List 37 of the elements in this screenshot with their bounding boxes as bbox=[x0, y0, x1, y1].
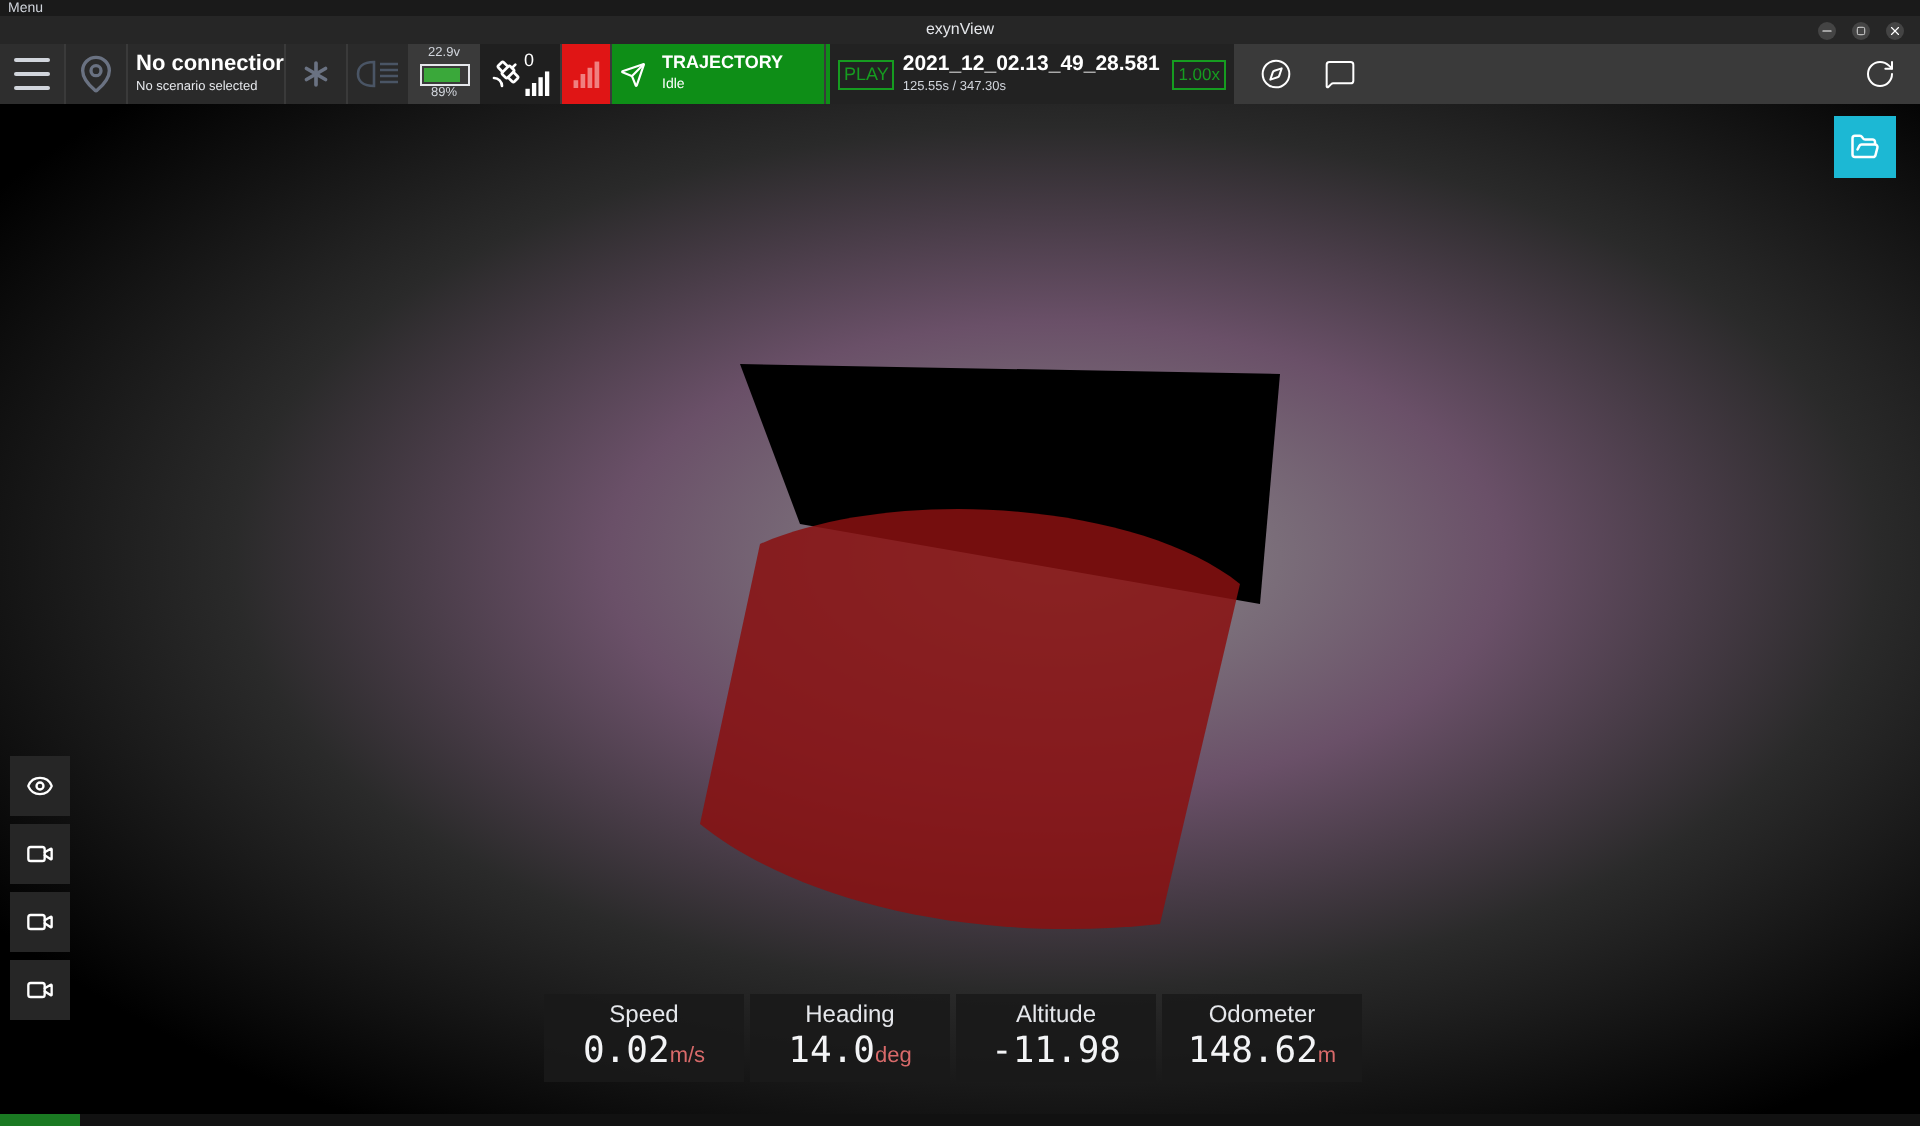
stat-value: -11.98 bbox=[990, 1030, 1122, 1076]
stat-value: 14.0 bbox=[788, 1030, 875, 1076]
minimize-icon[interactable] bbox=[1818, 21, 1836, 39]
stat-value: 0.02 bbox=[582, 1030, 670, 1076]
camera-settings-button[interactable] bbox=[10, 824, 70, 884]
satellite-count: 0 bbox=[524, 52, 535, 70]
message-icon[interactable] bbox=[1324, 58, 1356, 90]
visibility-button[interactable] bbox=[10, 756, 70, 816]
stat-label: Altitude bbox=[1015, 1000, 1097, 1031]
satellite-icon bbox=[490, 58, 522, 90]
play-button[interactable]: PLAY bbox=[838, 59, 895, 89]
camera-cube-button[interactable] bbox=[10, 960, 70, 1020]
eye-icon bbox=[26, 772, 54, 800]
stat-value: 148.62 bbox=[1187, 1030, 1318, 1076]
maximize-icon[interactable] bbox=[1852, 21, 1870, 39]
camera-orbit-button[interactable] bbox=[10, 892, 70, 952]
logo-button[interactable] bbox=[286, 44, 346, 104]
paper-plane-icon bbox=[620, 61, 646, 87]
headlight-icon bbox=[356, 60, 400, 88]
window-title: exynView bbox=[925, 18, 995, 42]
recording-name: 2021_12_02.13_49_28.581 bbox=[902, 52, 1162, 79]
folder-icon bbox=[1850, 132, 1880, 162]
refresh-icon[interactable] bbox=[1864, 58, 1896, 90]
stat-label: Heading bbox=[805, 1000, 895, 1031]
compass-icon[interactable] bbox=[1260, 58, 1292, 90]
stat-label: Odometer bbox=[1208, 1000, 1316, 1031]
stat-unit: deg bbox=[875, 1042, 912, 1073]
trajectory-title: TRAJECTORY bbox=[662, 52, 784, 75]
stat-unit: m bbox=[1317, 1042, 1337, 1073]
speed-button[interactable]: 1.00x bbox=[1172, 59, 1226, 89]
stat-unit: m/s bbox=[669, 1042, 706, 1073]
signal-bars-icon bbox=[572, 60, 600, 88]
stat-label: Speed bbox=[609, 1000, 679, 1031]
map-pin-icon bbox=[76, 54, 116, 94]
close-icon[interactable] bbox=[1886, 21, 1904, 39]
menu-button[interactable] bbox=[0, 44, 64, 104]
signal-bars-icon bbox=[524, 70, 550, 96]
